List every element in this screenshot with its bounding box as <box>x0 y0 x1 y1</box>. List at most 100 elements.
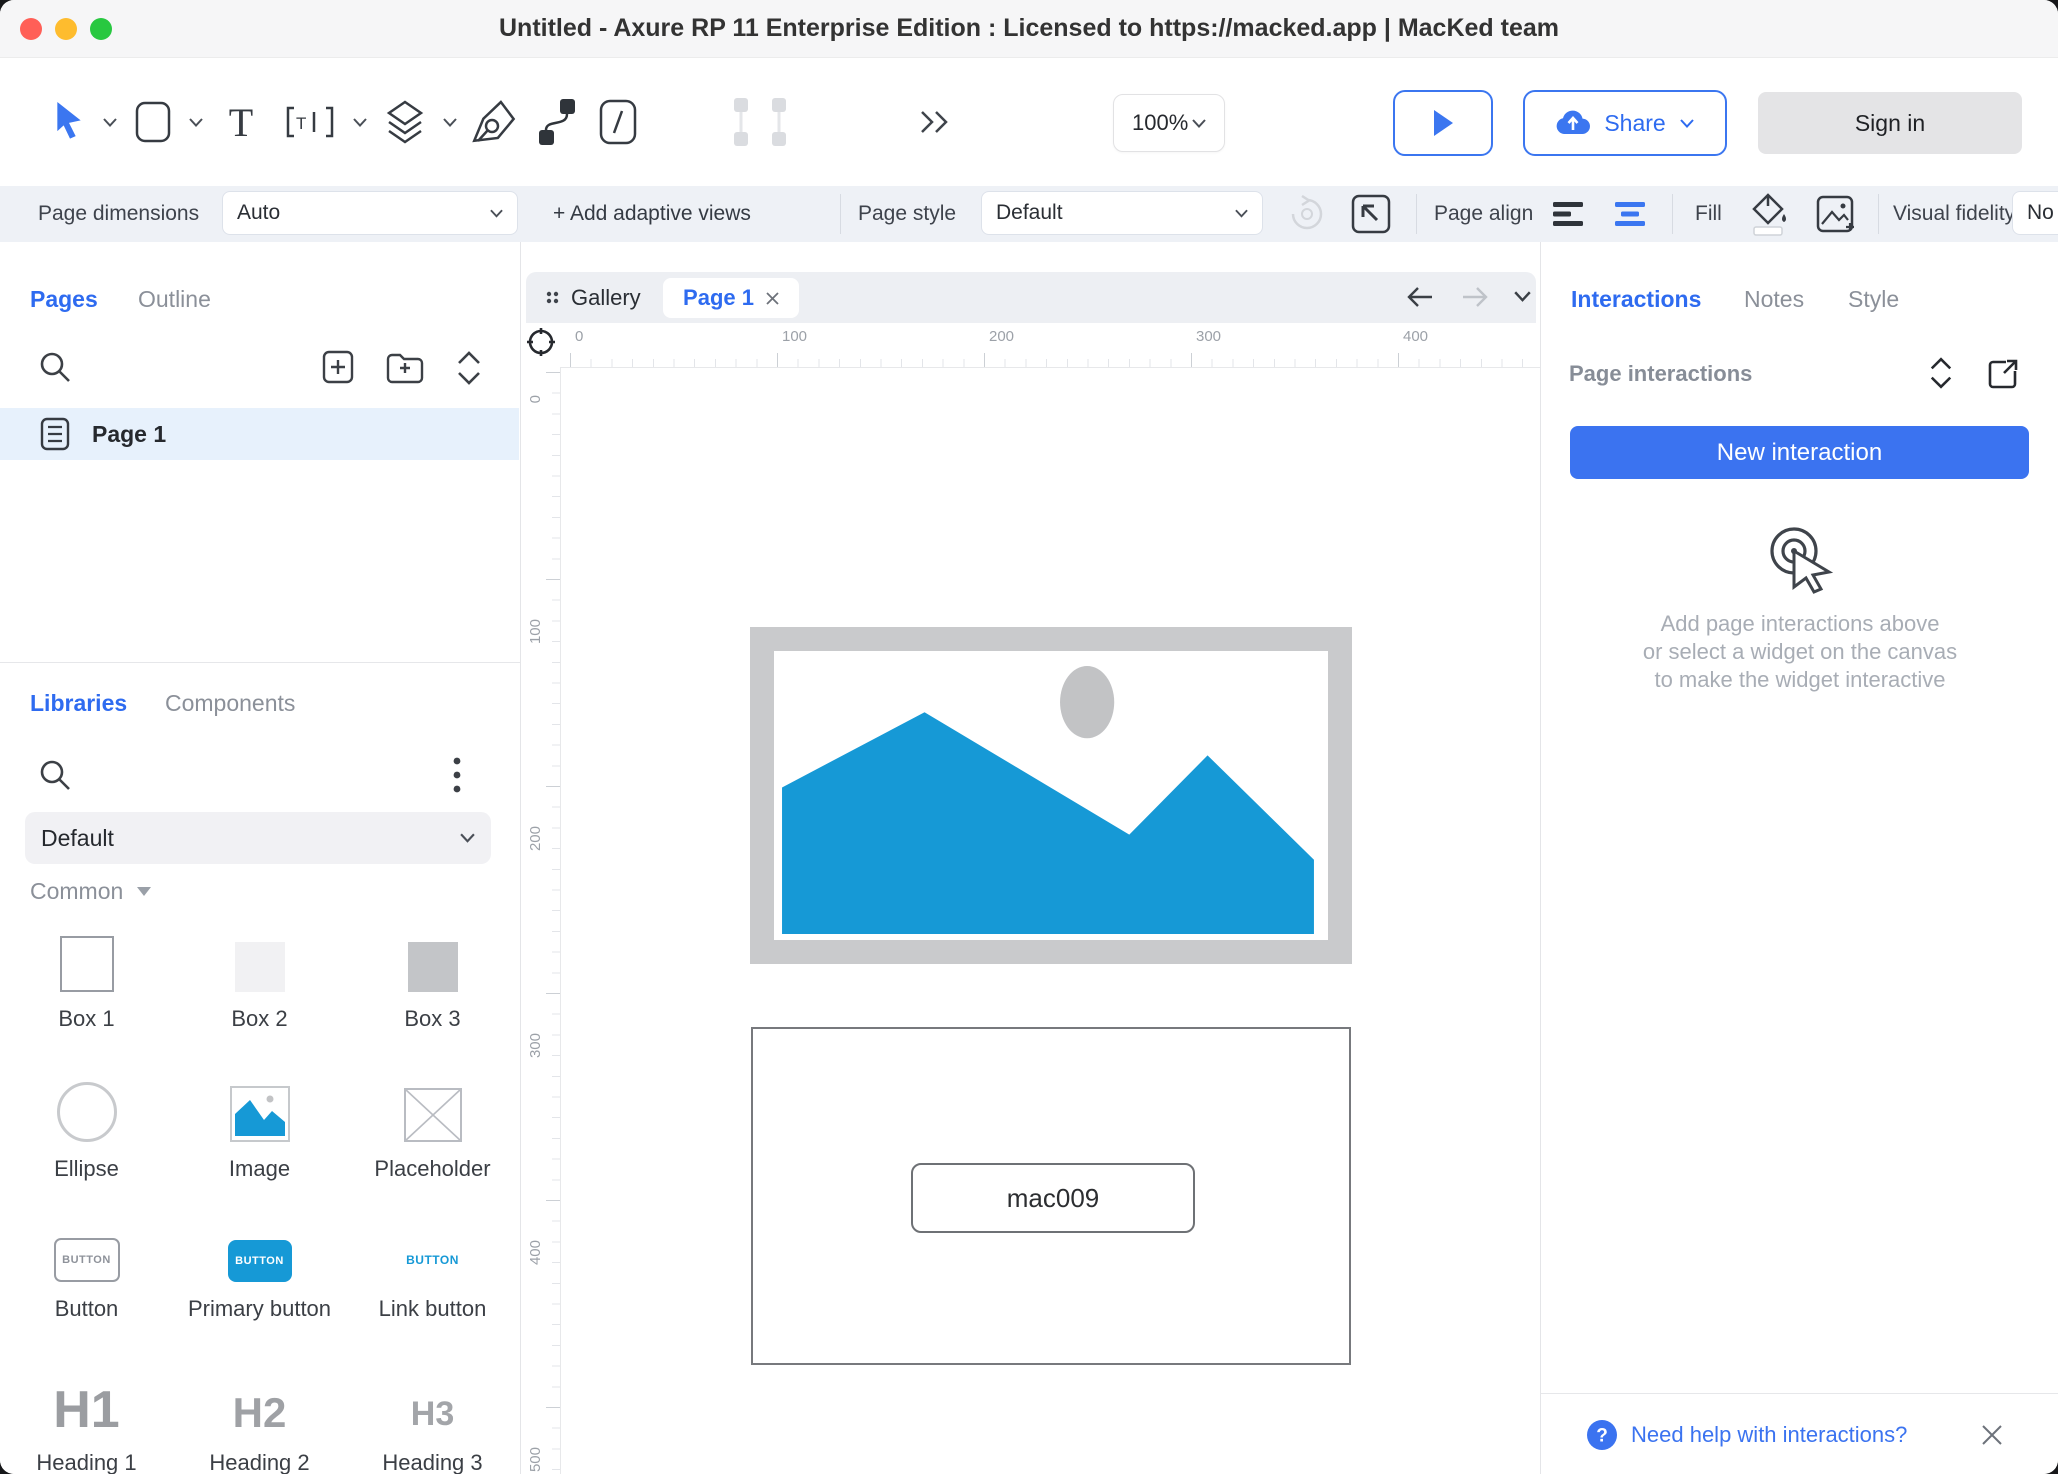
select-tool-dropdown[interactable] <box>98 58 122 186</box>
open-interactions-window-button[interactable] <box>1987 358 2019 390</box>
libraries-search-button[interactable] <box>38 758 72 792</box>
history-back-button[interactable] <box>1406 285 1434 309</box>
zoom-level-value: 100% <box>1132 110 1188 136</box>
canvas-box-widget[interactable]: mac009 <box>751 1027 1351 1365</box>
tab-list-button[interactable] <box>1514 291 1531 302</box>
fill-color-button[interactable] <box>1748 186 1790 242</box>
sort-chevrons-icon <box>456 350 482 386</box>
kebab-menu-icon <box>452 756 462 794</box>
layers-tool-button[interactable] <box>378 58 432 186</box>
library-select-value: Default <box>41 825 114 852</box>
page-style-select[interactable]: Default <box>981 191 1263 235</box>
chevron-down-icon <box>490 209 503 218</box>
paint-bucket-icon <box>1748 192 1790 236</box>
page-document-icon <box>40 417 70 451</box>
visual-fidelity-select[interactable]: No <box>2012 191 2058 235</box>
page-align-left-button[interactable] <box>1553 186 1585 242</box>
select-tool-button[interactable] <box>44 58 94 186</box>
common-section-toggle[interactable]: Common <box>30 878 151 905</box>
image-add-icon <box>1815 194 1855 234</box>
chevron-down-icon <box>460 833 475 843</box>
group-tool-button-disabled <box>728 58 792 186</box>
page-align-center-button[interactable] <box>1614 186 1646 242</box>
tab-gallery[interactable]: Gallery <box>546 272 641 323</box>
text-field-icon: T <box>286 106 334 138</box>
widget-box3[interactable]: Box 3 <box>346 934 519 1032</box>
layers-tool-dropdown[interactable] <box>438 58 462 186</box>
pen-tool-button[interactable] <box>462 58 522 186</box>
more-tools-button[interactable] <box>905 58 965 186</box>
fill-image-button[interactable] <box>1815 186 1855 242</box>
widget-placeholder[interactable]: Placeholder <box>346 1080 519 1182</box>
box-tool-button[interactable] <box>128 58 178 186</box>
page-list-item-page1[interactable]: Page 1 <box>0 408 519 460</box>
cursor-box-icon <box>1350 193 1392 235</box>
widget-label: Button <box>55 1296 119 1322</box>
close-tab-icon[interactable] <box>766 292 779 305</box>
box3-preview <box>408 942 458 992</box>
pen-icon <box>467 97 517 147</box>
slash-box-icon <box>598 98 638 146</box>
textfield-tool-dropdown[interactable] <box>348 58 372 186</box>
expand-collapse-pages-button[interactable] <box>456 350 482 386</box>
note-tool-button[interactable] <box>592 58 644 186</box>
widget-box2[interactable]: Box 2 <box>173 934 346 1032</box>
pages-search-button[interactable] <box>38 350 72 384</box>
widget-heading3[interactable]: H3 Heading 3 <box>346 1372 519 1474</box>
tab-pages[interactable]: Pages <box>30 286 98 313</box>
close-help-icon[interactable] <box>1981 1424 2003 1446</box>
arrow-right-icon <box>1461 285 1489 309</box>
connector-tool-button[interactable] <box>528 58 586 186</box>
text-tool-button[interactable]: T <box>218 58 264 186</box>
ruler-origin-button[interactable] <box>525 326 557 358</box>
widget-box1[interactable]: Box 1 <box>0 934 173 1032</box>
zoom-level-select[interactable]: 100% <box>1113 94 1225 152</box>
inspector-panel: Interactions Notes Style Page interactio… <box>1540 242 2058 1474</box>
help-link[interactable]: Need help with interactions? <box>1631 1422 1907 1448</box>
box2-preview <box>235 942 285 992</box>
add-page-button[interactable] <box>322 350 354 384</box>
tab-components[interactable]: Components <box>165 690 295 717</box>
crosshair-target-icon <box>525 326 557 358</box>
widget-style-pointer-button[interactable] <box>1350 186 1392 242</box>
canvas-image-widget[interactable] <box>750 627 1352 964</box>
canvas-button-widget[interactable]: mac009 <box>911 1163 1195 1233</box>
textfield-tool-button[interactable]: T <box>280 58 340 186</box>
widget-link-button[interactable]: BUTTON Link button <box>346 1238 519 1322</box>
grid-dots-icon <box>546 291 559 304</box>
preview-button[interactable] <box>1393 90 1493 156</box>
sign-in-button[interactable]: Sign in <box>1758 92 2022 154</box>
history-forward-button[interactable] <box>1461 285 1489 309</box>
visual-fidelity-value: No <box>2027 201 2054 225</box>
widget-image[interactable]: Image <box>173 1080 346 1182</box>
box-tool-dropdown[interactable] <box>184 58 208 186</box>
share-button[interactable]: Share <box>1523 90 1727 156</box>
add-adaptive-views-button[interactable]: + Add adaptive views <box>553 186 751 242</box>
library-select[interactable]: Default <box>25 812 491 864</box>
tab-page1-label: Page 1 <box>683 285 754 311</box>
widget-heading1[interactable]: H1 Heading 1 <box>0 1372 173 1474</box>
tab-notes[interactable]: Notes <box>1744 286 1804 313</box>
tab-gallery-label: Gallery <box>571 285 641 311</box>
sign-in-label: Sign in <box>1855 110 1925 137</box>
add-folder-button[interactable] <box>386 352 424 384</box>
axure-window: Untitled - Axure RP 11 Enterprise Editio… <box>0 0 2058 1474</box>
widget-primary-button[interactable]: BUTTON Primary button <box>173 1238 346 1322</box>
svg-text:T: T <box>296 114 306 133</box>
tab-libraries[interactable]: Libraries <box>30 690 127 717</box>
widget-ellipse[interactable]: Ellipse <box>0 1080 173 1182</box>
page-interactions-label: Page interactions <box>1569 361 1752 387</box>
widget-label: Heading 2 <box>209 1450 309 1474</box>
vertical-ruler: 0 100 200 300 400 500 <box>521 367 561 1474</box>
tab-outline[interactable]: Outline <box>138 286 211 313</box>
new-interaction-button[interactable]: New interaction <box>1570 426 2029 479</box>
widget-heading2[interactable]: H2 Heading 2 <box>173 1372 346 1474</box>
collapse-interactions-button[interactable] <box>1929 356 1953 390</box>
tab-page1[interactable]: Page 1 <box>663 278 799 318</box>
libraries-menu-button[interactable] <box>452 756 462 794</box>
page-dimensions-select[interactable]: Auto <box>222 191 518 235</box>
widget-button[interactable]: BUTTON Button <box>0 1238 173 1322</box>
tab-style[interactable]: Style <box>1848 286 1899 313</box>
main-toolbar: T T <box>0 58 2058 186</box>
tab-interactions[interactable]: Interactions <box>1571 286 1701 313</box>
